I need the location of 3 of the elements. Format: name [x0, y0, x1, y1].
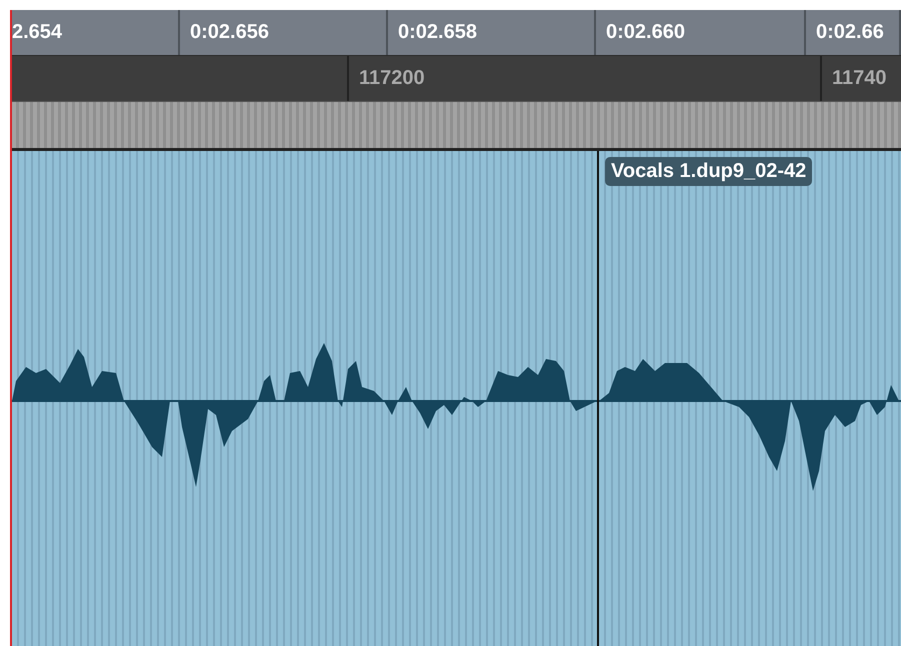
audio-clip[interactable]: Vocals 1.dup9_02-42 — [597, 151, 901, 646]
audio-clip[interactable] — [12, 151, 597, 646]
clip-name: Vocals 1.dup9_02-42 — [605, 157, 812, 186]
